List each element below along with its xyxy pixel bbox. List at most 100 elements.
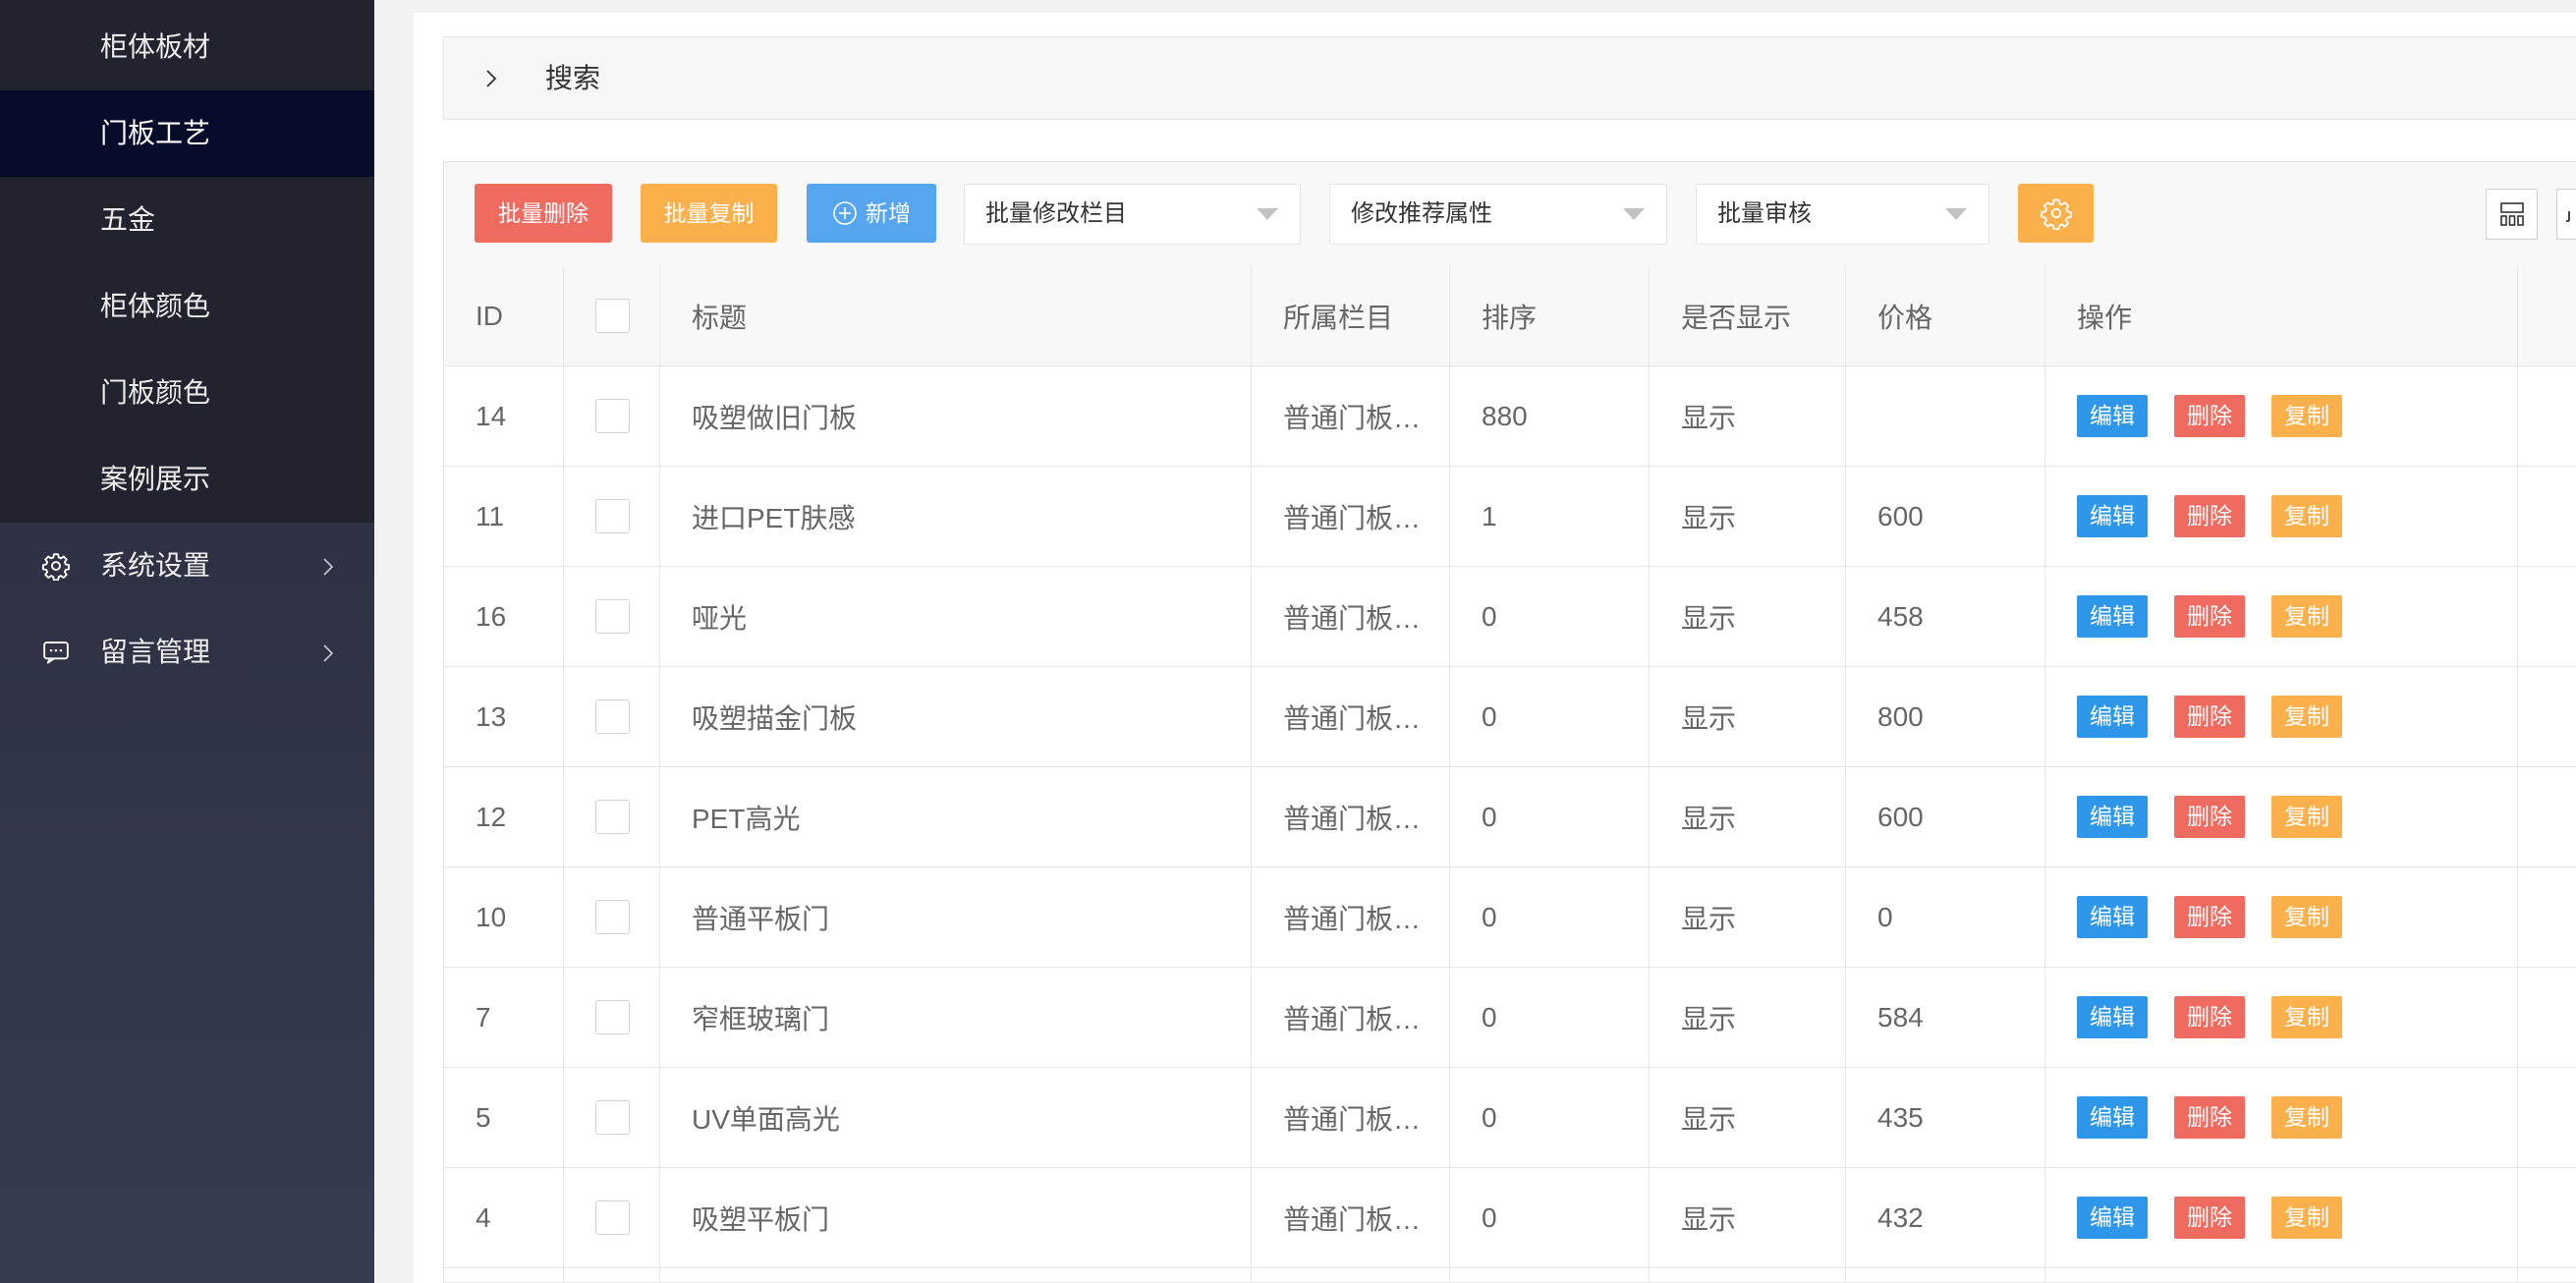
cell-empty (2518, 968, 2576, 1068)
cell-actions: 编辑 删除 复制 (2045, 567, 2518, 667)
sidebar-item-hardware[interactable]: 五金 (0, 177, 374, 263)
cell-category: 普通门板… (1252, 667, 1450, 767)
cell-checkbox (564, 1068, 660, 1168)
cell-id: 11 (443, 467, 564, 567)
cell-actions: 编辑 删除 复制 (2045, 667, 2518, 767)
delete-button[interactable]: 删除 (2174, 1197, 2245, 1239)
table-row: 10 普通平板门 普通门板… 0 显示 0 编辑 删除 复制 (443, 867, 2576, 968)
add-button-label: 新增 (866, 200, 911, 226)
cell-title: 进口PET肤感 (660, 467, 1252, 567)
cell-empty (1650, 1268, 1846, 1283)
edit-button[interactable]: 编辑 (2077, 395, 2148, 437)
cell-category: 普通门板… (1252, 467, 1450, 567)
cell-empty (2518, 467, 2576, 567)
copy-button[interactable]: 复制 (2271, 395, 2342, 437)
sidebar-item-door-craft[interactable]: 门板工艺 (0, 90, 374, 177)
edit-button[interactable]: 编辑 (2077, 896, 2148, 938)
copy-button[interactable]: 复制 (2271, 896, 2342, 938)
cell-visible: 显示 (1650, 767, 1846, 867)
cell-category: 普通门板… (1252, 968, 1450, 1068)
batch-copy-button[interactable]: 批量复制 (641, 184, 777, 243)
cell-price: 0 (1846, 867, 2045, 968)
row-checkbox[interactable] (595, 1000, 630, 1034)
edit-button[interactable]: 编辑 (2077, 796, 2148, 838)
batch-category-select[interactable]: 批量修改栏目 (964, 184, 1301, 245)
cell-category: 普通门板… (1252, 1168, 1450, 1268)
delete-button[interactable]: 删除 (2174, 595, 2245, 638)
sidebar-item-door-color[interactable]: 门板颜色 (0, 350, 374, 436)
cell-price: 435 (1846, 1068, 2045, 1168)
cell-empty (2518, 867, 2576, 968)
cell-actions: 编辑 删除 复制 (2045, 767, 2518, 867)
cell-actions: 编辑 删除 复制 (2045, 467, 2518, 567)
delete-button[interactable]: 删除 (2174, 696, 2245, 738)
column-layout-button[interactable] (2486, 189, 2538, 240)
cell-empty (1450, 1268, 1650, 1283)
search-panel-toggle[interactable]: 搜索 (443, 36, 2576, 120)
sidebar-item-cases[interactable]: 案例展示 (0, 436, 374, 523)
delete-button[interactable]: 删除 (2174, 896, 2245, 938)
row-checkbox[interactable] (595, 900, 630, 934)
select-all-checkbox[interactable] (595, 299, 630, 333)
row-checkbox[interactable] (595, 599, 630, 634)
copy-button[interactable]: 复制 (2271, 696, 2342, 738)
cell-title: 哑光 (660, 567, 1252, 667)
cell-visible: 显示 (1650, 366, 1846, 467)
cell-empty (2518, 366, 2576, 467)
delete-button[interactable]: 删除 (2174, 996, 2245, 1038)
add-circle-icon (832, 200, 858, 226)
cell-visible: 显示 (1650, 1068, 1846, 1168)
edit-button[interactable]: 编辑 (2077, 696, 2148, 738)
edit-button[interactable]: 编辑 (2077, 1197, 2148, 1239)
delete-button[interactable]: 删除 (2174, 1096, 2245, 1139)
cell-checkbox (564, 366, 660, 467)
batch-review-select[interactable]: 批量审核 (1696, 184, 1989, 245)
edit-button[interactable]: 编辑 (2077, 996, 2148, 1038)
row-checkbox[interactable] (595, 699, 630, 734)
select-value: 批量审核 (1717, 200, 1812, 227)
delete-button[interactable]: 删除 (2174, 395, 2245, 437)
sidebar-item-label: 系统设置 (100, 550, 211, 581)
cell-category: 普通门板… (1252, 1068, 1450, 1168)
table-row: 4 吸塑平板门 普通门板… 0 显示 432 编辑 删除 复制 (443, 1168, 2576, 1268)
search-panel-label: 搜索 (545, 63, 601, 93)
header-id[interactable]: ID (443, 266, 564, 366)
cell-title: 窄框玻璃门 (660, 968, 1252, 1068)
copy-button[interactable]: 复制 (2271, 1096, 2342, 1139)
row-checkbox[interactable] (595, 499, 630, 533)
settings-button[interactable] (2018, 184, 2094, 243)
sidebar-item-cabinet-color[interactable]: 柜体颜色 (0, 263, 374, 350)
sidebar-item-cabinet-board[interactable]: 柜体板材 (0, 4, 374, 90)
sidebar-item-system-settings[interactable]: 系统设置 (0, 523, 374, 609)
edit-button[interactable]: 编辑 (2077, 595, 2148, 638)
copy-button[interactable]: 复制 (2271, 1197, 2342, 1239)
cell-title: 吸塑描金门板 (660, 667, 1252, 767)
cell-title: 吸塑平板门 (660, 1168, 1252, 1268)
cell-id: 13 (443, 667, 564, 767)
data-table: ID 标题 所属栏目 排序 是否显示 价格 操作 14 吸塑做旧门板 普通门板… 88… (443, 266, 2576, 1283)
edit-button[interactable]: 编辑 (2077, 495, 2148, 537)
gear-icon (2040, 196, 2073, 231)
export-button[interactable] (2556, 189, 2576, 240)
table-row: 11 进口PET肤感 普通门板… 1 显示 600 编辑 删除 复制 (443, 467, 2576, 567)
table-header-row: ID 标题 所属栏目 排序 是否显示 价格 操作 (443, 266, 2576, 366)
copy-button[interactable]: 复制 (2271, 495, 2342, 537)
row-checkbox[interactable] (595, 1100, 630, 1135)
cell-category: 普通门板… (1252, 366, 1450, 467)
cell-checkbox (564, 667, 660, 767)
row-checkbox[interactable] (595, 399, 630, 433)
edit-button[interactable]: 编辑 (2077, 1096, 2148, 1139)
copy-button[interactable]: 复制 (2271, 996, 2342, 1038)
add-button[interactable]: 新增 (807, 184, 936, 243)
cell-price: 584 (1846, 968, 2045, 1068)
cell-title: PET高光 (660, 767, 1252, 867)
copy-button[interactable]: 复制 (2271, 595, 2342, 638)
recommend-attr-select[interactable]: 修改推荐属性 (1329, 184, 1667, 245)
delete-button[interactable]: 删除 (2174, 796, 2245, 838)
delete-button[interactable]: 删除 (2174, 495, 2245, 537)
batch-delete-button[interactable]: 批量删除 (475, 184, 612, 243)
copy-button[interactable]: 复制 (2271, 796, 2342, 838)
row-checkbox[interactable] (595, 1200, 630, 1235)
row-checkbox[interactable] (595, 800, 630, 834)
sidebar-item-messages[interactable]: 留言管理 (0, 609, 374, 696)
